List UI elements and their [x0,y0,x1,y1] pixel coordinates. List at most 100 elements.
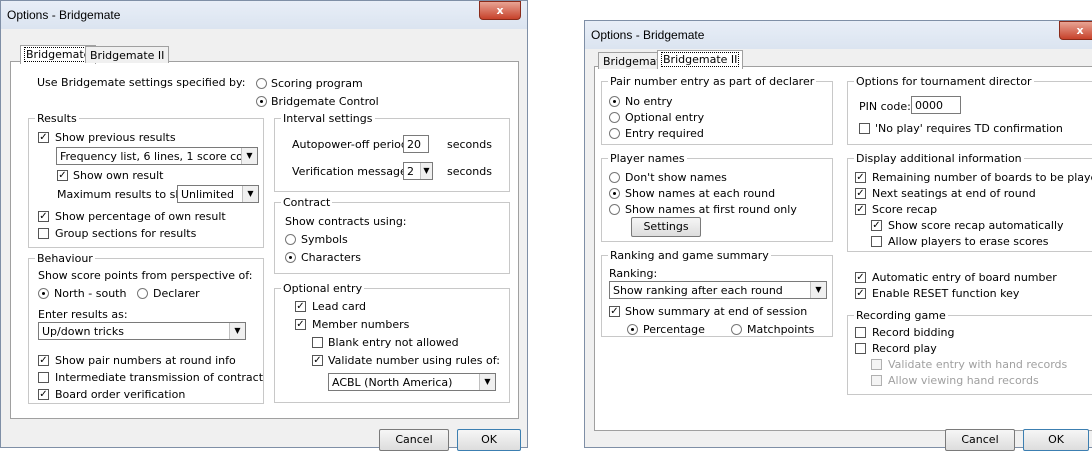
pin-code-label: PIN code: [859,100,911,113]
close-button[interactable]: x [479,1,521,20]
player-names-group-title: Player names [608,152,687,165]
enter-results-label: Enter results as: [38,308,128,321]
checkbox-record-bidding[interactable] [855,327,866,338]
radio-names-each-round[interactable] [609,188,620,199]
blank-entry-label: Blank entry not allowed [328,336,459,349]
ranking-select[interactable]: Show ranking after each round ▼ [609,281,827,299]
ranking-value: Show ranking after each round [613,284,783,297]
bridgemate-control-label: Bridgemate Control [271,95,379,108]
behaviour-group-title: Behaviour [35,252,95,265]
entry-required-label: Entry required [625,127,704,140]
pin-code-input[interactable]: 0000 [911,96,961,114]
checkbox-lead-card[interactable]: ✓ [295,301,306,312]
checkbox-show-previous[interactable]: ✓ [38,132,49,143]
checkbox-auto-board[interactable]: ✓ [855,272,866,283]
checkbox-show-own[interactable]: ✓ [57,170,68,181]
window-title: Options - Bridgemate [591,28,705,42]
radio-dont-show-names[interactable] [609,172,620,183]
allow-erase-label: Allow players to erase scores [888,235,1049,248]
checkbox-show-percentage[interactable]: ✓ [38,211,49,222]
checkbox-no-play-confirm[interactable] [859,123,870,134]
rules-select[interactable]: ACBL (North America) ▼ [328,373,496,391]
board-order-label: Board order verification [55,388,186,401]
recording-group-title: Recording game [854,309,948,322]
autopower-label: Autopower-off period: [292,138,412,151]
enter-results-select[interactable]: Up/down tricks ▼ [38,322,246,340]
chevron-down-icon: ▼ [242,186,258,202]
max-results-select[interactable]: Unlimited ▼ [177,185,259,203]
checkbox-record-play[interactable] [855,343,866,354]
show-previous-label: Show previous results [55,131,176,144]
title-bar: Options - Bridgemate x [585,21,1092,49]
enable-reset-label: Enable RESET function key [872,287,1020,300]
radio-symbols[interactable] [285,234,296,245]
tab-bridgemate-ii[interactable]: Bridgemate II [657,50,744,69]
seconds-label: seconds [447,165,492,178]
ranking-label: Ranking: [609,267,658,280]
lead-card-label: Lead card [312,300,367,313]
checkbox-blank-entry[interactable] [312,337,323,348]
checkbox-allow-view[interactable] [871,375,882,386]
radio-optional-entry[interactable] [609,112,620,123]
checkbox-next-seatings[interactable]: ✓ [855,188,866,199]
checkbox-score-recap[interactable]: ✓ [855,204,866,215]
td-options-group-title: Options for tournament director [854,75,1034,88]
radio-declarer[interactable] [137,288,148,299]
checkbox-remaining-boards[interactable]: ✓ [855,172,866,183]
tab-label: Bridgemate [23,47,93,62]
scoring-program-label: Scoring program [271,77,363,90]
radio-percentage[interactable] [627,324,638,335]
validate-number-label: Validate number using rules of: [328,354,500,367]
optional-entry-label: Optional entry [625,111,705,124]
group-sections-label: Group sections for results [55,227,197,240]
radio-entry-required[interactable] [609,128,620,139]
close-button[interactable]: x [1059,21,1092,40]
dont-show-names-label: Don't show names [625,171,727,184]
names-first-round-label: Show names at first round only [625,203,797,216]
frequency-select[interactable]: Frequency list, 6 lines, 1 score column ▼ [56,147,258,165]
checkbox-pair-numbers[interactable]: ✓ [38,355,49,366]
window-title: Options - Bridgemate [7,8,121,22]
show-percentage-label: Show percentage of own result [55,210,226,223]
member-numbers-label: Member numbers [312,318,410,331]
checkbox-validate-hand[interactable] [871,359,882,370]
show-contracts-label: Show contracts using: [285,215,407,228]
chevron-down-icon: ▼ [241,148,257,164]
radio-characters[interactable] [285,252,296,263]
verification-value: 2 [407,165,414,178]
auto-board-label: Automatic entry of board number [872,271,1057,284]
frequency-value: Frequency list, 6 lines, 1 score column [60,150,258,163]
settings-button[interactable]: Settings [631,217,701,237]
autopower-input[interactable]: 20 [403,135,429,153]
recap-auto-label: Show score recap automatically [888,219,1064,232]
interval-group-title: Interval settings [281,112,375,125]
radio-names-first-round[interactable] [609,204,620,215]
checkbox-member-numbers[interactable]: ✓ [295,319,306,330]
checkbox-board-order[interactable]: ✓ [38,389,49,400]
radio-bridgemate-control[interactable] [256,96,267,107]
checkbox-recap-auto[interactable]: ✓ [871,220,882,231]
tab-bridgemate-ii[interactable]: Bridgemate II [85,46,170,63]
use-settings-label: Use Bridgemate settings specified by: [37,76,246,89]
percentage-label: Percentage [643,323,705,336]
north-south-label: North - south [54,287,127,300]
options-window-right: Options - Bridgemate x Bridgemate Bridge… [584,20,1092,451]
radio-no-entry[interactable] [609,96,620,107]
pair-numbers-label: Show pair numbers at round info [55,354,236,367]
checkbox-validate-number[interactable]: ✓ [312,355,323,366]
radio-scoring-program[interactable] [256,78,267,89]
radio-matchpoints[interactable] [731,324,742,335]
names-each-round-label: Show names at each round [625,187,776,200]
verification-select[interactable]: 2 ▼ [403,162,433,180]
checkbox-allow-erase[interactable] [871,236,882,247]
intermediate-label: Intermediate transmission of contract [55,371,264,384]
verification-label: Verification message: [292,165,411,178]
checkbox-group-sections[interactable] [38,228,49,239]
enter-results-value: Up/down tricks [42,325,124,338]
checkbox-intermediate[interactable] [38,372,49,383]
checkbox-enable-reset[interactable]: ✓ [855,288,866,299]
radio-north-south[interactable] [38,288,49,299]
title-bar: Options - Bridgemate x [1,1,527,29]
perspective-label: Show score points from perspective of: [38,269,253,282]
checkbox-show-summary[interactable]: ✓ [609,306,620,317]
